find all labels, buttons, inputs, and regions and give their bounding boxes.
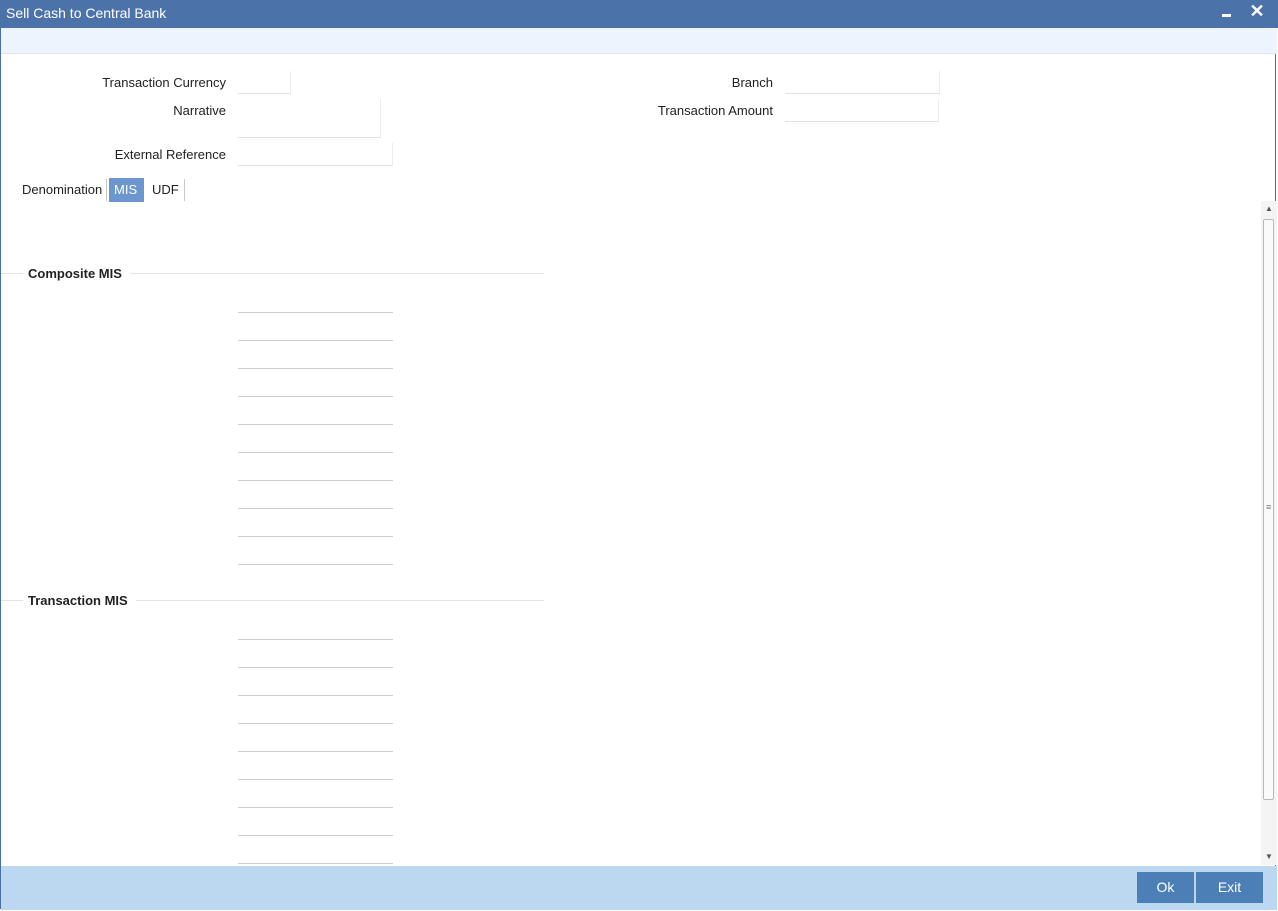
narrative-field[interactable] — [238, 99, 381, 138]
transaction-mis-field[interactable] — [238, 835, 393, 836]
tab-mis[interactable]: MIS — [109, 178, 144, 202]
toolbar-strip — [1, 28, 1277, 54]
external-reference-field[interactable] — [238, 143, 393, 166]
composite-mis-field[interactable] — [238, 340, 393, 341]
section-divider — [1, 600, 23, 601]
scroll-up-icon[interactable]: ▲ — [1261, 201, 1277, 217]
tab-divider — [184, 179, 185, 201]
transaction-mis-field[interactable] — [238, 751, 393, 752]
minimize-icon[interactable] — [1216, 2, 1238, 24]
composite-mis-field[interactable] — [238, 452, 393, 453]
transaction-amount-field[interactable] — [785, 99, 939, 122]
composite-mis-title: Composite MIS — [28, 266, 122, 281]
composite-mis-field[interactable] — [238, 536, 393, 537]
transaction-mis-field[interactable] — [238, 667, 393, 668]
branch-field[interactable] — [785, 71, 940, 94]
tab-denomination[interactable]: Denomination — [16, 178, 108, 202]
title-bar: Sell Cash to Central Bank ✕ — [0, 0, 1278, 28]
branch-label: Branch — [731, 75, 773, 90]
section-divider — [130, 273, 544, 274]
transaction-mis-field[interactable] — [238, 779, 393, 780]
transaction-currency-field[interactable] — [238, 71, 291, 94]
composite-mis-field[interactable] — [238, 564, 393, 565]
narrative-label: Narrative — [173, 103, 226, 118]
transaction-mis-field[interactable] — [238, 863, 393, 864]
transaction-mis-field[interactable] — [238, 639, 393, 640]
transaction-mis-title: Transaction MIS — [28, 593, 128, 608]
transaction-currency-label: Transaction Currency — [102, 75, 226, 90]
external-reference-label: External Reference — [114, 147, 226, 162]
composite-mis-field[interactable] — [238, 396, 393, 397]
close-icon[interactable]: ✕ — [1246, 2, 1268, 24]
transaction-mis-field[interactable] — [238, 695, 393, 696]
transaction-mis-field[interactable] — [238, 807, 393, 808]
grip-icon: ≡ — [1266, 502, 1272, 512]
tab-udf[interactable]: UDF — [146, 178, 185, 202]
composite-mis-field[interactable] — [238, 368, 393, 369]
section-divider — [136, 600, 544, 601]
tab-divider — [106, 179, 107, 201]
transaction-amount-label: Transaction Amount — [657, 103, 773, 118]
scroll-thumb[interactable]: ≡ — [1263, 219, 1274, 800]
exit-button[interactable]: Exit — [1196, 872, 1263, 903]
composite-mis-field[interactable] — [238, 312, 393, 313]
composite-mis-field[interactable] — [238, 424, 393, 425]
window-title: Sell Cash to Central Bank — [6, 5, 167, 21]
composite-mis-field[interactable] — [238, 480, 393, 481]
transaction-mis-field[interactable] — [238, 723, 393, 724]
footer-bar: Ok Exit — [1, 866, 1277, 910]
scroll-down-icon[interactable]: ▼ — [1261, 849, 1277, 865]
section-divider — [1, 273, 23, 274]
ok-button[interactable]: Ok — [1137, 872, 1194, 903]
window-frame — [0, 0, 1276, 909]
vertical-scrollbar[interactable]: ▲ ≡ ▼ — [1261, 201, 1277, 865]
composite-mis-field[interactable] — [238, 508, 393, 509]
